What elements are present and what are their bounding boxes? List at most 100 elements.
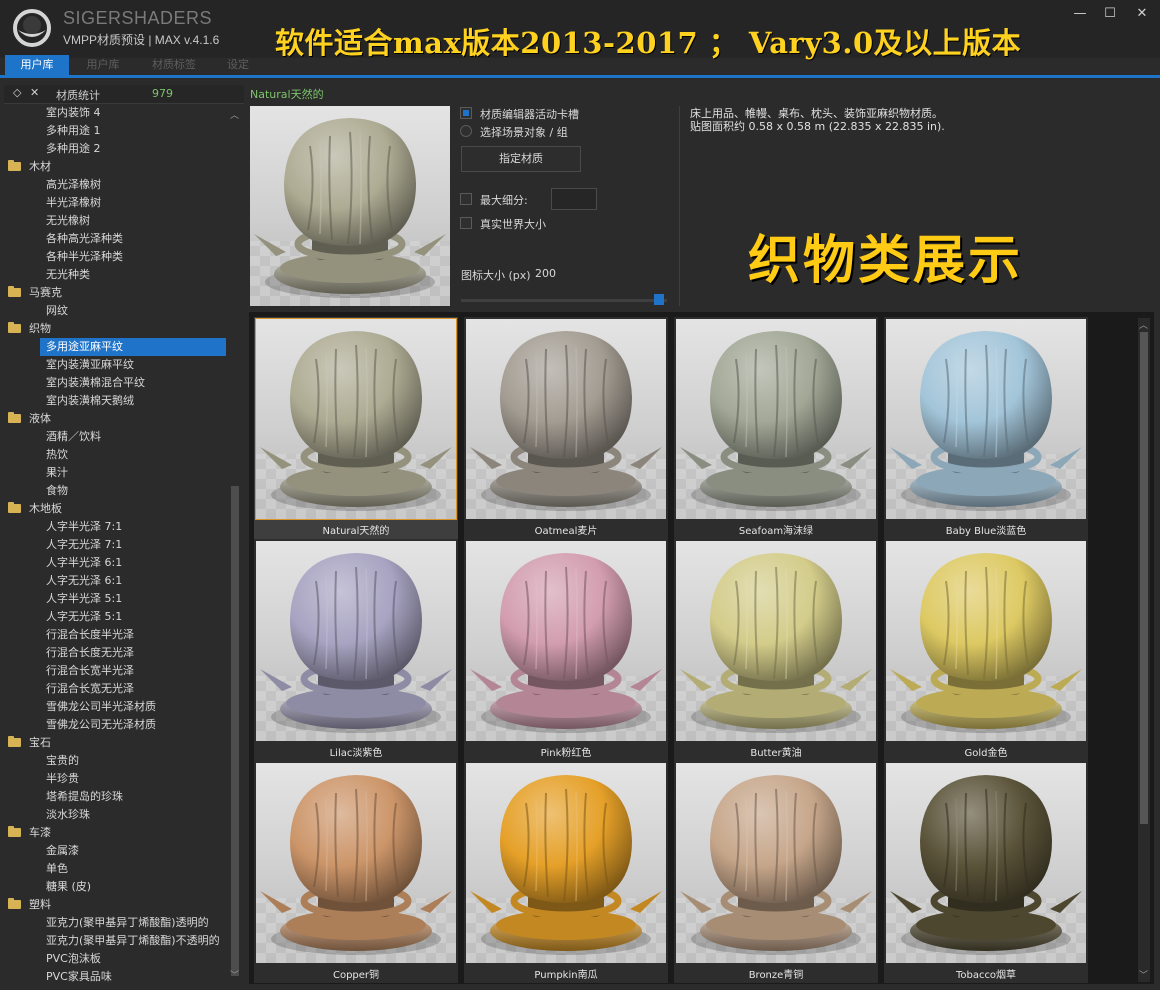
grid-scroll-thumb[interactable] bbox=[1140, 332, 1148, 824]
grid-scrollbar[interactable]: ︿ ﹀ bbox=[1138, 318, 1150, 982]
tree-item[interactable]: 人字半光泽 5:1 bbox=[4, 590, 226, 608]
tree-folder[interactable]: 木地板 bbox=[4, 500, 226, 518]
tree-item[interactable]: 人字无光泽 5:1 bbox=[4, 608, 226, 626]
tree-folder[interactable]: 车漆 bbox=[4, 824, 226, 842]
material-swatch[interactable]: Copper铜 bbox=[254, 761, 458, 983]
tree-item[interactable]: 人字半光泽 7:1 bbox=[4, 518, 226, 536]
material-swatch[interactable]: Natural天然的 bbox=[254, 317, 458, 539]
assign-material-button[interactable]: 指定材质 bbox=[461, 146, 581, 172]
grid-scroll-up-icon[interactable]: ︿ bbox=[1139, 318, 1148, 331]
tree-item[interactable]: 多种用途 1 bbox=[4, 122, 226, 140]
tab-user-library-2[interactable]: 用户库 bbox=[71, 55, 135, 75]
tree-item[interactable]: 各种半光泽种类 bbox=[4, 248, 226, 266]
tree-item[interactable]: 无光种类 bbox=[4, 266, 226, 284]
tree-item[interactable]: 淡水珍珠 bbox=[4, 806, 226, 824]
folder-icon bbox=[8, 412, 21, 423]
material-swatch[interactable]: Oatmeal麦片 bbox=[464, 317, 668, 539]
tree-folder[interactable]: 马赛克 bbox=[4, 284, 226, 302]
tree-item[interactable]: 食物 bbox=[4, 482, 226, 500]
icon-size-value: 200 bbox=[535, 267, 556, 280]
material-swatch[interactable]: Butter黄油 bbox=[674, 539, 878, 761]
grid-scroll-down-icon[interactable]: ﹀ bbox=[1139, 968, 1148, 981]
material-swatch[interactable]: Seafoam海沫绿 bbox=[674, 317, 878, 539]
tree-label: 多用途亚麻平纹 bbox=[46, 340, 123, 353]
maximize-button[interactable]: ☐ bbox=[1096, 4, 1124, 24]
editor-slot-checkbox[interactable] bbox=[460, 107, 472, 119]
tree-item[interactable]: PVC泡沫板 bbox=[4, 950, 226, 968]
max-subdiv-input[interactable] bbox=[551, 188, 597, 210]
tree-item[interactable]: 雪佛龙公司无光泽材质 bbox=[4, 716, 226, 734]
material-swatch[interactable]: Baby Blue淡蓝色 bbox=[884, 317, 1088, 539]
collapse-icon[interactable]: ◇ bbox=[13, 86, 21, 99]
material-swatch[interactable]: Pumpkin南瓜 bbox=[464, 761, 668, 983]
tree-item[interactable]: 亚克力(聚甲基异丁烯酸酯)不透明的 bbox=[4, 932, 226, 950]
tree-item[interactable]: 行混合长宽无光泽 bbox=[4, 680, 226, 698]
tree-item[interactable]: 糖果 (皮) bbox=[4, 878, 226, 896]
close-icon[interactable]: ✕ bbox=[30, 86, 39, 99]
tree-item[interactable]: 高光泽橡树 bbox=[4, 176, 226, 194]
tree-item[interactable]: 亚克力(聚甲基异丁烯酸酯)透明的 bbox=[4, 914, 226, 932]
tree-folder[interactable]: 塑料 bbox=[4, 896, 226, 914]
tree-item[interactable]: 室内装潢棉天鹅绒 bbox=[4, 392, 226, 410]
material-swatch[interactable]: Gold金色 bbox=[884, 539, 1088, 761]
tree-item[interactable]: 热饮 bbox=[4, 446, 226, 464]
max-subdiv-checkbox[interactable] bbox=[460, 193, 472, 205]
tree-item[interactable]: 人字无光泽 6:1 bbox=[4, 572, 226, 590]
tree-item[interactable]: PVC家具品味 bbox=[4, 968, 226, 984]
real-world-checkbox[interactable] bbox=[460, 217, 472, 229]
tree-label: 人字无光泽 7:1 bbox=[46, 538, 123, 551]
tree-item[interactable]: 行混合长宽半光泽 bbox=[4, 662, 226, 680]
tree-label: 半珍贵 bbox=[46, 772, 79, 785]
tree-folder[interactable]: 宝石 bbox=[4, 734, 226, 752]
material-swatch[interactable]: Tobacco烟草 bbox=[884, 761, 1088, 983]
brand-name: SIGERSHADERS bbox=[63, 8, 213, 28]
tree-item[interactable]: 各种高光泽种类 bbox=[4, 230, 226, 248]
tree-scrollbar[interactable]: ︿ ﹀ bbox=[228, 104, 242, 984]
tree-folder[interactable]: 木材 bbox=[4, 158, 226, 176]
tree-item[interactable]: 人字半光泽 6:1 bbox=[4, 554, 226, 572]
selected-material-title: Natural天然的 bbox=[250, 88, 324, 101]
icon-size-slider-handle[interactable] bbox=[654, 294, 664, 305]
tab-material-tags[interactable]: 材质标签 bbox=[137, 55, 211, 75]
tree-header: ◇ ✕ 材质统计 979 bbox=[4, 85, 244, 104]
close-button[interactable]: ✕ bbox=[1128, 4, 1156, 24]
material-swatch[interactable]: Lilac淡紫色 bbox=[254, 539, 458, 761]
tree-item[interactable]: 室内装潢亚麻平纹 bbox=[4, 356, 226, 374]
tree-item[interactable]: 雪佛龙公司半光泽材质 bbox=[4, 698, 226, 716]
scene-objects-radio[interactable] bbox=[460, 125, 472, 137]
tree-folder[interactable]: 液体 bbox=[4, 410, 226, 428]
tree-item[interactable]: 人字无光泽 7:1 bbox=[4, 536, 226, 554]
tree-item[interactable]: 塔希提岛的珍珠 bbox=[4, 788, 226, 806]
tree-folder[interactable]: 织物 bbox=[4, 320, 226, 338]
tree-item[interactable]: 室内装饰 4 bbox=[4, 104, 226, 122]
tree-item[interactable]: 单色 bbox=[4, 860, 226, 878]
tree-item[interactable]: 无光橡树 bbox=[4, 212, 226, 230]
editor-slot-label: 材质编辑器活动卡槽 bbox=[480, 108, 579, 121]
tree-label: 行混合长宽半光泽 bbox=[46, 664, 134, 677]
minimize-button[interactable]: — bbox=[1066, 4, 1094, 24]
tree-item[interactable]: 室内装潢棉混合平纹 bbox=[4, 374, 226, 392]
tree-item[interactable]: 行混合长度无光泽 bbox=[4, 644, 226, 662]
material-swatch[interactable]: Bronze青铜 bbox=[674, 761, 878, 983]
tree-label: 室内装潢亚麻平纹 bbox=[46, 358, 134, 371]
category-tree[interactable]: 室内装饰 4 多种用途 1 多种用途 2 木材 高光泽橡树 半光泽橡树 无光橡树 各种高光泽种… bbox=[4, 104, 226, 984]
material-name: Tobacco烟草 bbox=[955, 970, 1017, 981]
tree-item[interactable]: 金属漆 bbox=[4, 842, 226, 860]
tree-item[interactable]: 多种用途 2 bbox=[4, 140, 226, 158]
icon-size-slider[interactable] bbox=[461, 299, 667, 302]
material-swatch[interactable]: Pink粉红色 bbox=[464, 539, 668, 761]
tree-item[interactable]: 半光泽橡树 bbox=[4, 194, 226, 212]
tree-item[interactable]: 行混合长度半光泽 bbox=[4, 626, 226, 644]
tab-user-library[interactable]: 用户库 bbox=[5, 55, 69, 75]
scroll-up-icon[interactable]: ︿ bbox=[230, 108, 239, 121]
tab-settings[interactable]: 设定 bbox=[213, 55, 263, 75]
tree-item[interactable]: 宝贵的 bbox=[4, 752, 226, 770]
tree-scroll-thumb[interactable] bbox=[231, 486, 239, 976]
tree-item[interactable]: 多用途亚麻平纹 bbox=[40, 338, 226, 356]
tree-item[interactable]: 半珍贵 bbox=[4, 770, 226, 788]
tree-label: 热饮 bbox=[46, 448, 68, 461]
tree-item[interactable]: 酒精／饮料 bbox=[4, 428, 226, 446]
tree-item[interactable]: 果汁 bbox=[4, 464, 226, 482]
scroll-down-icon[interactable]: ﹀ bbox=[230, 968, 239, 981]
tree-item[interactable]: 网纹 bbox=[4, 302, 226, 320]
